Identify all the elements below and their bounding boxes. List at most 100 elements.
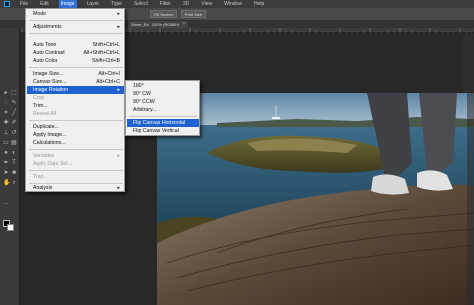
type-tool-icon[interactable]: T — [11, 160, 17, 166]
tools-panel: ▸ ⬚ ◌ ✎ ⌗ ╱ ✚ ✐ ⊥ ↺ ▭ ▤ ● ◐ ✒ T ➤ ■ ✋ ⌕ … — [0, 28, 20, 305]
menu-item-calculations[interactable]: Calculations... — [27, 139, 124, 147]
document-tab[interactable]: Stone_Ru 100% (RGB/8*) × — [128, 21, 189, 28]
menu-select[interactable]: Select — [132, 0, 150, 8]
menu-item-apply-data-set[interactable]: Apply Data Set... — [27, 160, 124, 168]
gradient-tool-icon[interactable]: ▤ — [11, 140, 17, 146]
menu-item-label: Mode — [33, 11, 46, 17]
submenu-item-90-ccw[interactable]: 90° CCW — [127, 98, 199, 106]
submenu-item-flip-vertical[interactable]: Flip Canvas Vertical — [127, 127, 199, 135]
menu-item-canvas-size[interactable]: Canvas Size... Alt+Ctrl+C — [27, 78, 124, 86]
menu-item-label: Crop — [33, 95, 45, 101]
menu-file[interactable]: File — [18, 0, 30, 8]
move-tool-icon[interactable]: ▸ — [3, 90, 9, 96]
document-tab-name: Stone_Ru — [131, 22, 149, 27]
submenu-arrow-icon: ▸ — [117, 185, 120, 191]
menu-item-label: Adjustments — [33, 24, 62, 30]
menu-separator — [29, 20, 123, 21]
menu-item-shortcut: Shift+Ctrl+B — [92, 58, 120, 64]
pen-tool-icon[interactable]: ✒ — [3, 160, 9, 166]
menu-image[interactable]: Image — [58, 0, 77, 8]
document-canvas-photo[interactable] — [157, 93, 474, 305]
print-size-button[interactable]: Print Size — [180, 10, 207, 18]
photoshop-logo-icon — [4, 1, 10, 7]
menu-item-mode[interactable]: Mode ▸ — [27, 10, 124, 18]
blur-tool-icon[interactable]: ● — [3, 150, 9, 156]
path-select-tool-icon[interactable]: ➤ — [3, 170, 9, 176]
menu-help[interactable]: Help — [252, 0, 266, 8]
quick-select-tool-icon[interactable]: ✎ — [11, 100, 17, 106]
submenu-arrow-icon: ▸ — [117, 11, 120, 17]
menu-item-trap[interactable]: Trap... — [27, 173, 124, 181]
menu-item-auto-contrast[interactable]: Auto Contrast Alt+Shift+Ctrl+L — [27, 49, 124, 57]
menu-item-image-rotation[interactable]: Image Rotation ▸ — [27, 86, 124, 94]
eraser-tool-icon[interactable]: ▭ — [3, 140, 9, 146]
menu-item-shortcut: Alt+Ctrl+C — [96, 79, 120, 85]
shape-tool-icon[interactable]: ■ — [11, 170, 17, 176]
menu-item-label: Trim... — [33, 103, 48, 109]
menu-type[interactable]: Type — [109, 0, 124, 8]
dodge-tool-icon[interactable]: ◐ — [11, 150, 17, 156]
menu-item-label: Apply Image... — [33, 132, 67, 138]
menu-filter[interactable]: Filter — [158, 0, 173, 8]
menu-item-shortcut: Shift+Ctrl+L — [92, 42, 120, 48]
menu-item-shortcut: Alt+Ctrl+I — [98, 71, 120, 77]
menu-window[interactable]: Window — [222, 0, 244, 8]
menu-item-shortcut: Alt+Shift+Ctrl+L — [83, 50, 120, 56]
clone-stamp-tool-icon[interactable]: ⊥ — [3, 130, 9, 136]
menu-item-label: Analysis — [33, 185, 53, 191]
menu-item-label: Image Rotation — [33, 87, 69, 93]
menu-separator — [29, 149, 123, 150]
submenu-item-180[interactable]: 180° — [127, 82, 199, 90]
image-rotation-submenu: 180° 90° CW 90° CCW Arbitrary... Flip Ca… — [125, 80, 200, 136]
menubar: File Edit Image Layer Type Select Filter… — [0, 0, 474, 8]
hand-tool-icon[interactable]: ✋ — [3, 180, 10, 186]
marquee-tool-icon[interactable]: ⬚ — [11, 90, 17, 96]
brush-tool-icon[interactable]: ✐ — [11, 120, 17, 126]
image-menu-dropdown: Mode ▸ Adjustments ▸ Auto Tone Shift+Ctr… — [25, 8, 125, 192]
menu-item-reveal-all[interactable]: Reveal All — [27, 110, 124, 118]
menu-item-apply-image[interactable]: Apply Image... — [27, 131, 124, 139]
menu-item-label: Auto Tone — [33, 42, 57, 48]
menu-separator — [29, 120, 123, 121]
submenu-item-90-cw[interactable]: 90° CW — [127, 90, 199, 98]
background-color-swatch[interactable] — [7, 224, 14, 231]
menu-edit[interactable]: Edit — [38, 0, 51, 8]
crop-tool-icon[interactable]: ⌗ — [3, 110, 9, 116]
lasso-tool-icon[interactable]: ◌ — [3, 100, 9, 106]
menu-item-variables[interactable]: Variables ▸ — [27, 152, 124, 160]
document-tab-info: 100% (RGB/8*) — [151, 22, 180, 27]
menu-item-analysis[interactable]: Analysis ▸ — [27, 184, 124, 192]
menu-item-label: Variables — [33, 153, 55, 159]
eyedropper-tool-icon[interactable]: ╱ — [11, 110, 17, 116]
submenu-item-flip-horizontal[interactable]: Flip Canvas Horizontal — [127, 119, 199, 127]
menu-item-label: Canvas Size... — [33, 79, 67, 85]
menu-3d[interactable]: 3D — [181, 0, 191, 8]
menu-item-trim[interactable]: Trim... — [27, 102, 124, 110]
menu-item-label: Reveal All — [33, 111, 57, 117]
seaside-rocks-photo — [157, 93, 474, 305]
menu-item-auto-tone[interactable]: Auto Tone Shift+Ctrl+L — [27, 41, 124, 49]
history-brush-tool-icon[interactable]: ↺ — [11, 130, 17, 136]
menu-view[interactable]: View — [199, 0, 214, 8]
submenu-arrow-icon: ▸ — [117, 87, 120, 93]
healing-brush-tool-icon[interactable]: ✚ — [3, 120, 9, 126]
submenu-arrow-icon: ▸ — [117, 153, 120, 159]
menu-item-label: Trap... — [33, 174, 48, 180]
fill-screen-button[interactable]: Fill Screen — [150, 10, 177, 18]
menu-separator — [29, 67, 123, 68]
menu-item-adjustments[interactable]: Adjustments ▸ — [27, 23, 124, 31]
menu-item-duplicate[interactable]: Duplicate... — [27, 123, 124, 131]
menu-item-label: Duplicate... — [33, 124, 59, 130]
menu-layer[interactable]: Layer — [85, 0, 102, 8]
menu-item-auto-color[interactable]: Auto Color Shift+Ctrl+B — [27, 57, 124, 65]
submenu-item-arbitrary[interactable]: Arbitrary... — [127, 106, 199, 114]
more-tools-icon[interactable]: … — [3, 200, 9, 206]
zoom-tool-icon[interactable]: ⌕ — [11, 180, 17, 186]
menu-item-label: Auto Color — [33, 58, 58, 64]
menu-item-label: Auto Contrast — [33, 50, 65, 56]
right-panel-edge — [463, 34, 474, 92]
close-icon[interactable]: × — [182, 21, 185, 28]
menu-separator — [129, 116, 197, 117]
menu-item-image-size[interactable]: Image Size... Alt+Ctrl+I — [27, 70, 124, 78]
menu-item-crop[interactable]: Crop — [27, 94, 124, 102]
